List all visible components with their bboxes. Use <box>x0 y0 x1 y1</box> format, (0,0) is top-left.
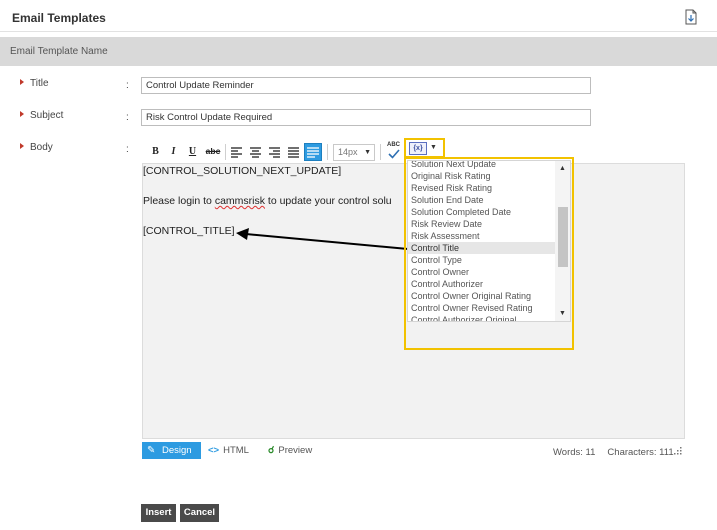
resize-handle-icon[interactable] <box>674 447 682 455</box>
insert-button[interactable]: Insert <box>141 504 176 522</box>
title-label-text: Title <box>30 78 49 89</box>
editor-stats: Words: 11 Characters: 111 <box>553 447 674 458</box>
magnifier-icon: ☌ <box>268 445 275 456</box>
required-marker-icon <box>20 79 24 85</box>
strikethrough-button[interactable]: abc <box>203 143 223 160</box>
italic-button[interactable]: I <box>165 143 182 160</box>
editor-text: to update your control solu <box>264 195 392 207</box>
spellcheck-label: ABC <box>387 142 400 148</box>
cancel-button[interactable]: Cancel <box>180 504 219 522</box>
toolbar-separator <box>380 144 381 160</box>
page-title: Email Templates <box>12 11 106 25</box>
tab-design-label: Design <box>162 445 192 456</box>
bold-button[interactable]: B <box>147 143 164 160</box>
subject-label: Subject <box>20 110 63 121</box>
align-left-icon[interactable] <box>228 144 245 160</box>
header-divider <box>0 31 717 32</box>
misspelled-word: cammsrisk <box>214 195 265 207</box>
annotation-arrow-icon <box>236 228 409 250</box>
annotation-highlight-box <box>404 157 574 350</box>
code-icon: <> <box>208 445 220 456</box>
body-label: Body <box>20 142 53 153</box>
chevron-down-icon: ▼ <box>364 149 371 156</box>
tab-html[interactable]: <> HTML <box>208 442 249 459</box>
tab-html-label: HTML <box>223 445 249 456</box>
required-marker-icon <box>20 143 24 149</box>
editor-line-control-title: [CONTROL_TITLE] <box>143 225 235 237</box>
required-marker-icon <box>20 111 24 117</box>
align-center-icon[interactable] <box>247 144 264 160</box>
align-justify-icon[interactable] <box>285 144 302 160</box>
toolbar-separator <box>225 144 226 160</box>
align-right-icon[interactable] <box>266 144 283 160</box>
title-colon: : <box>126 80 129 91</box>
title-input[interactable]: Control Update Reminder <box>141 77 591 94</box>
section-title: Email Template Name <box>10 46 108 57</box>
toolbar-separator <box>327 144 328 160</box>
font-size-value: 14px <box>338 147 358 157</box>
body-label-text: Body <box>30 142 53 153</box>
tab-design[interactable]: ✎ Design <box>142 442 201 459</box>
tab-preview[interactable]: ☌ Preview <box>268 442 312 459</box>
underline-button[interactable]: U <box>184 143 201 160</box>
export-icon[interactable] <box>684 9 698 25</box>
pencil-icon: ✎ <box>147 445 156 456</box>
title-label: Title <box>20 78 49 89</box>
editor-line-merge-field: [CONTROL_SOLUTION_NEXT_UPDATE] <box>143 165 342 177</box>
subject-input[interactable]: Risk Control Update Required <box>141 109 591 126</box>
body-colon: : <box>126 144 129 155</box>
checkmark-icon <box>388 149 400 159</box>
block-format-icon[interactable] <box>304 143 322 161</box>
editor-text: Please login to <box>143 195 215 207</box>
font-size-select[interactable]: 14px ▼ <box>333 144 375 161</box>
annotation-highlight-box <box>404 138 445 158</box>
subject-colon: : <box>126 112 129 123</box>
editor-line-message: Please login to cammsrisk to update your… <box>143 195 392 207</box>
spellcheck-button[interactable]: ABC <box>386 142 402 160</box>
word-count: Words: 11 <box>553 447 596 458</box>
subject-label-text: Subject <box>30 110 64 121</box>
character-count: Characters: 111 <box>607 447 674 458</box>
tab-preview-label: Preview <box>278 445 313 456</box>
